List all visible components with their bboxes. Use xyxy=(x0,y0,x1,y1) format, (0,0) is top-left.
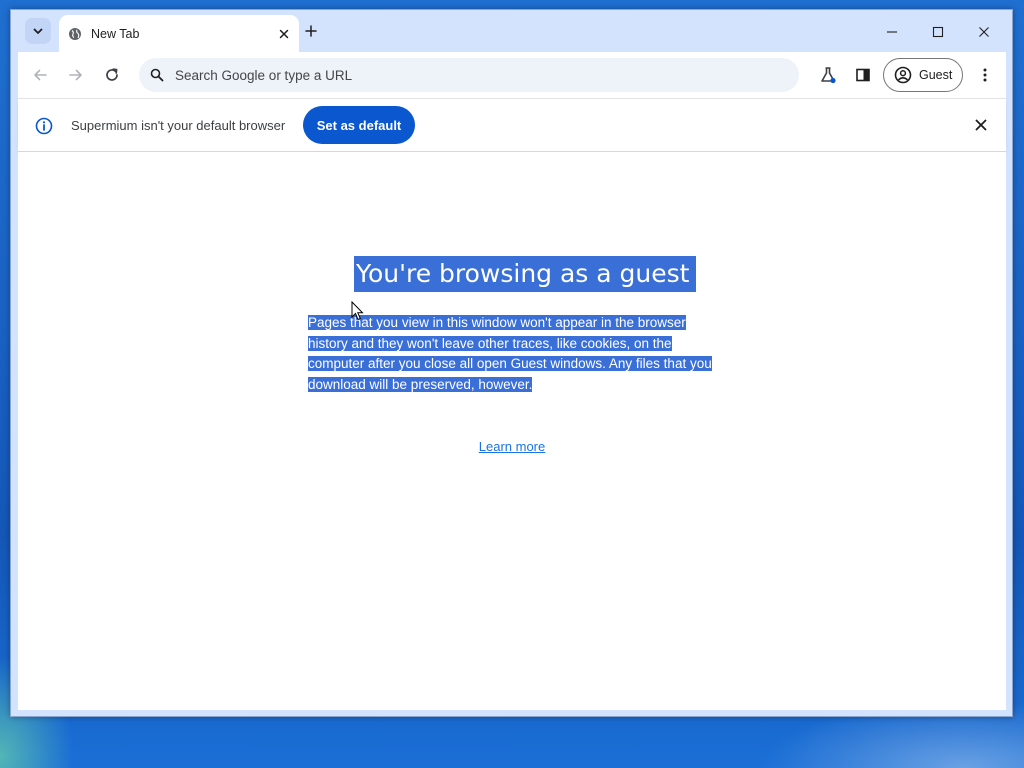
back-button[interactable] xyxy=(28,63,52,87)
close-icon xyxy=(975,119,987,131)
tab-search-button[interactable] xyxy=(25,18,51,44)
maximize-button[interactable] xyxy=(924,18,952,46)
search-icon xyxy=(149,67,165,83)
profile-button[interactable]: Guest xyxy=(883,58,963,92)
labs-button[interactable] xyxy=(816,63,840,87)
omnibox[interactable] xyxy=(139,58,799,92)
browser-window: New Tab Search Google or type a URL Gues… xyxy=(10,9,1013,717)
reload-icon xyxy=(106,68,118,81)
account-circle-icon xyxy=(894,66,912,84)
forward-button[interactable] xyxy=(64,63,88,87)
new-tab-button[interactable] xyxy=(299,19,323,43)
guest-page: You're browsing as a guest Pages that yo… xyxy=(18,152,1006,710)
side-panel-icon xyxy=(856,68,870,82)
tab-strip: New Tab xyxy=(11,10,1012,52)
side-panel-button[interactable] xyxy=(851,63,875,87)
arrow-right-icon xyxy=(69,69,82,81)
default-browser-infobar: Supermium isn't your default browser Set… xyxy=(18,98,1006,152)
window-close-button[interactable] xyxy=(970,18,998,46)
mouse-cursor-icon xyxy=(351,301,364,321)
omnibox-input[interactable] xyxy=(175,67,755,83)
learn-more-link[interactable]: Learn more xyxy=(18,439,1006,454)
infobar-close-button[interactable] xyxy=(970,114,992,136)
tab-title: New Tab xyxy=(91,26,140,41)
toolbar: Guest xyxy=(18,52,1006,98)
globe-icon xyxy=(67,26,83,42)
close-icon xyxy=(279,29,289,38)
more-vert-icon xyxy=(983,68,987,82)
guest-description-text: Pages that you view in this window won't… xyxy=(308,315,712,392)
guest-description: Pages that you view in this window won't… xyxy=(308,313,728,395)
menu-button[interactable] xyxy=(973,63,997,87)
maximize-icon xyxy=(932,26,944,38)
close-icon xyxy=(979,27,989,37)
chevron-down-icon xyxy=(33,28,43,34)
plus-icon xyxy=(305,25,317,37)
minimize-icon xyxy=(887,31,897,33)
infobar-message: Supermium isn't your default browser xyxy=(71,118,286,133)
arrow-left-icon xyxy=(34,69,47,81)
set-as-default-button[interactable]: Set as default xyxy=(303,106,415,144)
minimize-button[interactable] xyxy=(878,18,906,46)
page-title: You're browsing as a guest xyxy=(354,256,697,292)
flask-icon xyxy=(821,67,836,84)
info-icon xyxy=(35,117,53,135)
reload-button[interactable] xyxy=(100,63,124,87)
tab-new-tab[interactable]: New Tab xyxy=(59,15,299,52)
tab-close-button[interactable] xyxy=(273,23,295,45)
profile-label: Guest xyxy=(919,68,953,82)
